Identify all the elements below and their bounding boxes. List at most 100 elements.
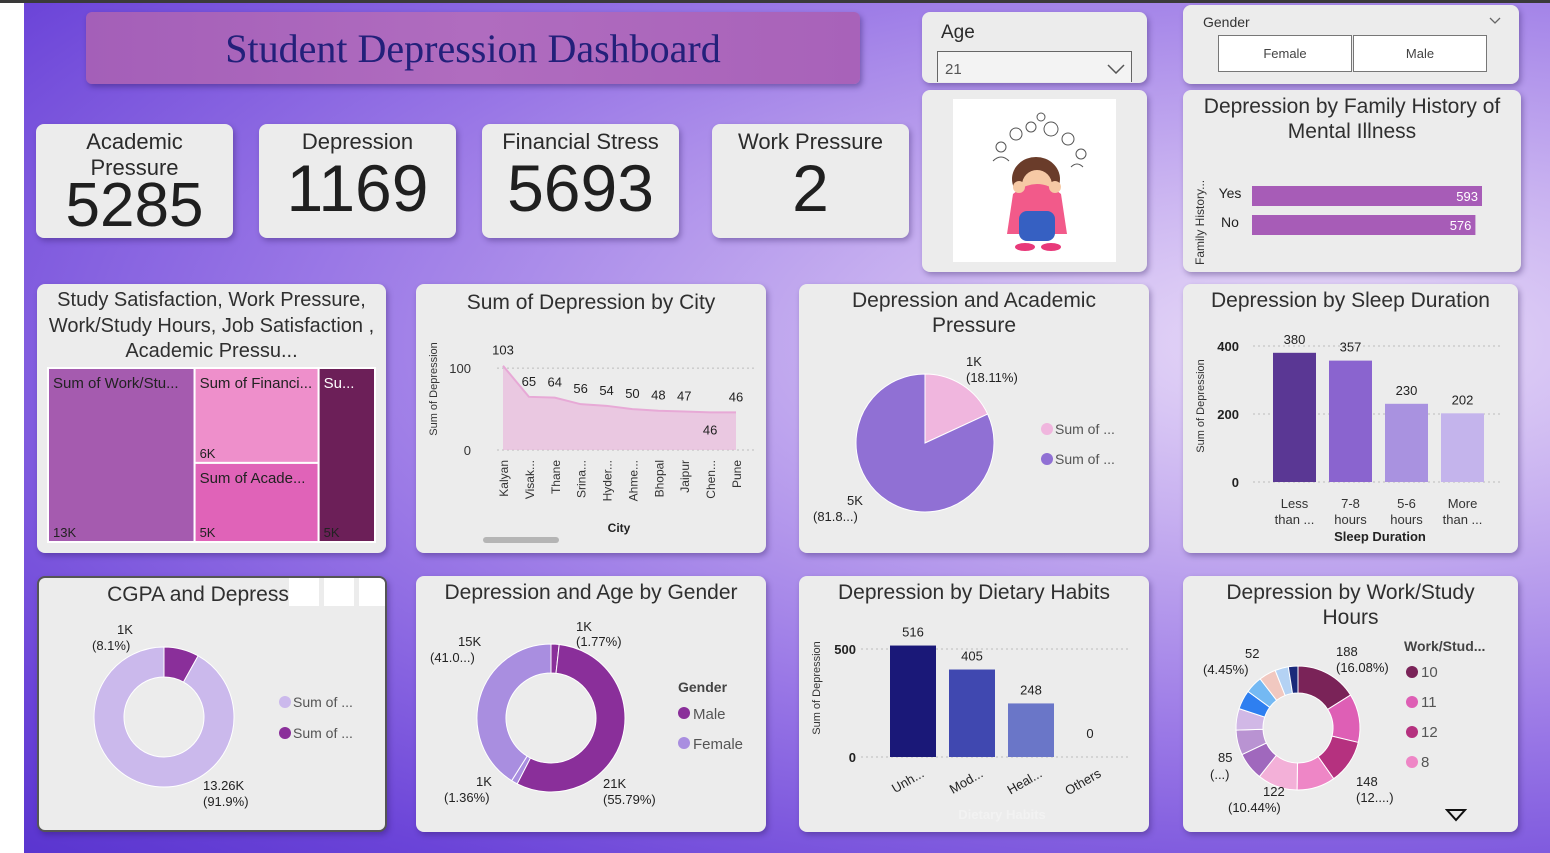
data-label: 405 [961,649,983,664]
data-label: 576 [1450,218,1472,233]
bar [1329,360,1372,482]
age-dropdown[interactable]: 21 [937,51,1132,82]
data-label: 46 [703,422,717,437]
dashboard-title: Student Depression Dashboard [225,25,721,71]
treemap-chart-card[interactable]: Study Satisfaction, Work Pressure, Work/… [37,284,386,553]
gender-option-female[interactable]: Female [1218,35,1352,72]
category-label: Yes [1219,185,1242,201]
horizontal-scrollbar[interactable] [483,537,559,543]
data-label: (12....) [1356,790,1394,805]
legend-marker [279,696,291,708]
data-label: (41.0...) [430,650,475,665]
legend-marker [1406,756,1418,768]
legend-marker [279,727,291,739]
kpi-card-depression[interactable]: Depression 1169 [259,124,456,238]
legend-marker [1406,696,1418,708]
treemap-tile [47,367,196,543]
data-label: 380 [1284,332,1306,347]
gender-slicer[interactable]: Gender Female Male [1183,5,1519,84]
legend-title: Work/Stud... [1404,638,1485,654]
kpi-card-work-pressure[interactable]: Work Pressure 2 [712,124,909,238]
cgpa-donut-chart-card[interactable]: CGPA and Depression 1K (8.1%) 13.26K (91.9%… [37,576,387,832]
x-tick-label: Thane [549,460,563,494]
data-label: 64 [548,375,562,390]
axis-label-y: Family History... [1193,180,1207,265]
academic-pie-chart: 1K(18.11%) 5K(81.8...) Sum of ... Sum of ..… [813,354,1115,524]
treemap-value: 5K [200,525,216,540]
legend-marker [1041,423,1053,435]
legend-label: Female [693,736,743,753]
x-tick-label: Jaipur [678,460,692,493]
x-tick-label: than ... [1275,512,1315,527]
workstudy-donut-chart-card[interactable]: Depression by Work/Study Hours 188 (16.08… [1183,576,1518,832]
x-tick-label: More [1448,496,1478,511]
data-label: (16.08%) [1336,660,1389,675]
city-chart-card[interactable]: Sum of Depression by City 100 0 Sum of Dep… [416,284,766,553]
stressed-girl-illustration [953,99,1116,262]
data-label: 48 [651,388,665,403]
data-label: 85 [1218,750,1232,765]
chevron-down-icon[interactable] [1489,17,1501,25]
data-label: (1.77%) [576,634,622,649]
data-label: (18.11%) [966,370,1018,385]
age-slicer[interactable]: Age 21 [922,12,1147,83]
legend-label: 10 [1421,664,1438,681]
legend-label: Sum of ... [293,725,353,741]
treemap-value: 13K [53,525,76,540]
sleep-chart-card[interactable]: Depression by Sleep Duration 0 200 400 Sum … [1183,284,1518,553]
academic-pie-chart-card[interactable]: Depression and Academic Pressure 1K (18.1… [799,284,1149,553]
data-label: 56 [573,381,587,396]
legend-scroll-down-icon[interactable] [1445,808,1467,822]
legend-marker [678,707,690,719]
bar [1385,403,1428,482]
bar [1273,352,1316,482]
dietary-chart-card[interactable]: Depression by Dietary Habits 500 0 Sum of … [799,576,1149,832]
kpi-value: 2 [792,151,829,225]
legend-label: Male [693,706,726,723]
bar [1252,215,1476,235]
data-label: 46 [729,389,743,404]
y-tick-label: 200 [1217,407,1239,422]
chevron-down-icon [1107,64,1125,74]
x-tick-label: 7-8 [1341,496,1360,511]
data-label: 0 [1086,726,1093,741]
data-label: 15K [458,634,481,649]
y-tick-label: 0 [1232,475,1239,490]
x-tick-label: Chen... [704,460,718,499]
donut-slice [476,643,552,782]
kpi-card-financial-stress[interactable]: Financial Stress 5693 [482,124,679,238]
category-label: No [1221,214,1239,230]
age-gender-donut-chart-card[interactable]: Depression and Age by Gender 1K (1.77%) 21… [416,576,766,832]
data-label: 65 [522,374,536,389]
data-label: 516 [902,625,924,640]
data-label: 148 [1356,774,1378,789]
bar [1008,703,1054,757]
dietary-bar-chart: 500 0 Sum of Depression 516 Unh... 405 Mod... 2… [811,625,1129,822]
gender-option-male[interactable]: Male [1353,35,1487,72]
y-tick-label: 0 [849,750,856,765]
workstudy-donut-chart: 188(16.08%) 148(12....) 122(10.44%) 85 (...)… [1203,638,1485,815]
treemap-label: Sum of Acade... [200,470,306,487]
data-label: 103 [492,343,514,358]
data-label: (4.45%) [1203,662,1249,677]
family-history-chart-card[interactable]: Depression by Family History of Mental I… [1183,90,1521,272]
axis-label-x: Dietary Habits [958,807,1045,822]
data-label: 122 [1263,784,1285,799]
x-tick-label: Mod... [947,766,986,797]
axis-label-y: Sum of Depression [1195,359,1207,453]
legend-label: 8 [1421,754,1429,771]
kpi-value: 5693 [507,151,654,225]
legend-marker [1406,726,1418,738]
gender-option-label: Male [1405,46,1435,61]
legend-label: Sum of ... [1055,421,1115,437]
data-label: 1K [117,622,133,637]
dashboard-title-banner: Student Depression Dashboard [86,12,860,84]
treemap-label: Sum of Work/Stu... [53,375,179,392]
data-label: 13.26K [203,778,245,793]
legend-marker [678,737,690,749]
gender-option-label: Female [1263,46,1307,61]
data-label: 188 [1336,644,1358,659]
gender-slicer-label: Gender [1203,14,1250,30]
age-dropdown-value: 21 [945,61,962,78]
kpi-card-academic-pressure[interactable]: Academic Pressure 5285 [36,124,233,238]
